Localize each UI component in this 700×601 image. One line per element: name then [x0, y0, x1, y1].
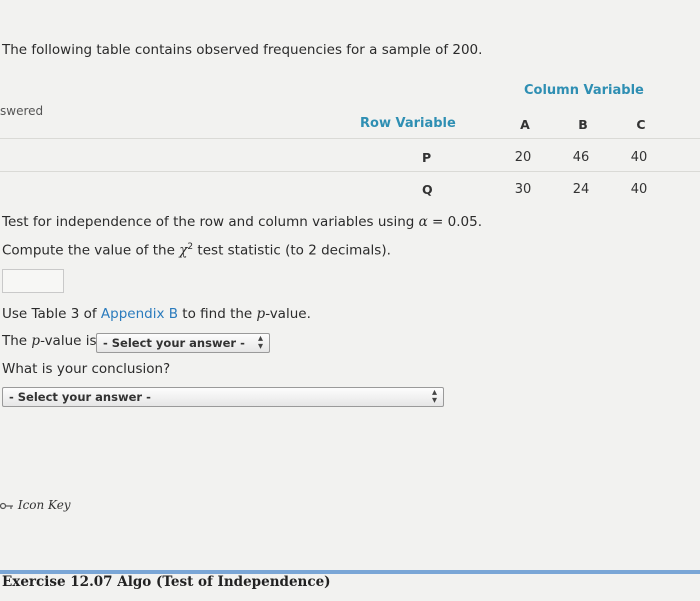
pvalue-select[interactable]: - Select your answer - ▴ ▾ [96, 333, 270, 353]
compute-suffix: test statistic (to 2 decimals). [193, 242, 391, 259]
table-cell: 40 [630, 150, 648, 165]
column-header-a: A [520, 117, 530, 132]
alpha-symbol: α [418, 214, 428, 230]
alpha-value: 0.05 [447, 214, 478, 230]
table-cell: 20 [514, 150, 532, 165]
row-label-q: Q [422, 182, 433, 197]
select-arrows-icon: ▴ ▾ [431, 387, 437, 406]
test-suffix: . [477, 214, 482, 230]
test-statistic-input[interactable] [2, 269, 64, 293]
use-table-prefix: Use Table 3 of [2, 306, 101, 322]
compute-prefix: Compute the value of the [2, 242, 180, 259]
select-arrows-icon: ▴ ▾ [257, 333, 263, 352]
compute-instruction: Compute the value of the χ2 test statist… [2, 242, 391, 259]
p-symbol: p [31, 333, 41, 349]
conclusion-select-value: - Select your answer - [9, 390, 151, 404]
equals-sign: = [427, 214, 448, 230]
pvalue-suffix: -value is [40, 333, 97, 349]
p-symbol: p [256, 306, 266, 322]
use-table-suffix: -value. [265, 306, 311, 322]
table-cell: 30 [514, 182, 532, 197]
table-divider [0, 138, 700, 139]
column-variable-label: Column Variable [524, 83, 644, 98]
column-header-c: C [636, 117, 646, 132]
conclusion-select[interactable]: - Select your answer - ▴ ▾ [2, 387, 444, 407]
table-cell: 46 [572, 150, 590, 165]
answered-fragment: swered [0, 104, 44, 118]
test-instruction: Test for independence of the row and col… [2, 214, 482, 230]
table-cell: 24 [572, 182, 590, 197]
column-header-b: B [578, 117, 588, 132]
row-label-p: P [422, 150, 432, 165]
icon-key-label: Icon Key [17, 498, 71, 512]
pvalue-prefix: The [2, 333, 32, 349]
key-icon [0, 502, 13, 509]
pvalue-select-value: - Select your answer - [103, 336, 245, 350]
pvalue-label: The p-value is [2, 333, 97, 349]
use-table-instruction: Use Table 3 of Appendix B to find the p-… [2, 306, 311, 322]
exercise-title: Exercise 12.07 Algo (Test of Independenc… [2, 574, 331, 590]
conclusion-question: What is your conclusion? [2, 361, 171, 377]
table-cell: 40 [630, 182, 648, 197]
test-prefix: Test for independence of the row and col… [2, 214, 419, 230]
use-table-middle: to find the [178, 306, 257, 322]
appendix-b-link[interactable]: Appendix B [101, 306, 178, 322]
row-variable-label: Row Variable [360, 116, 456, 131]
intro-text: The following table contains observed fr… [2, 42, 483, 58]
table-divider [0, 171, 700, 172]
icon-key[interactable]: Icon Key [0, 498, 71, 512]
